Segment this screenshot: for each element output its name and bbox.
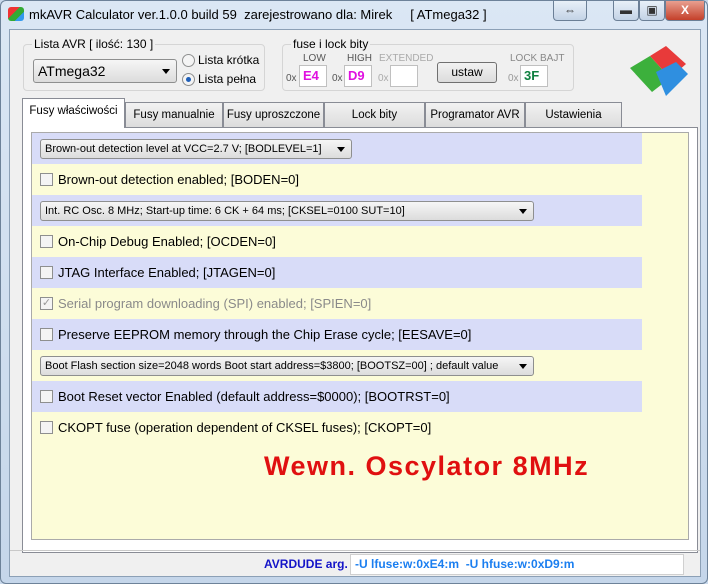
hex-prefix: 0x: [508, 73, 519, 84]
low-fuse-input[interactable]: E4: [299, 65, 327, 87]
hex-prefix: 0x: [286, 73, 297, 84]
fuse-checkbox-row: ✓ Serial program downloading (SPI) enable…: [32, 288, 642, 319]
chevron-down-icon: [162, 69, 170, 74]
hex-prefix: 0x: [332, 73, 343, 84]
status-bar: AVRDUDE arg. -U lfuse:w:0xE4:m -U hfuse:…: [10, 550, 700, 577]
fuse-select-row: Boot Flash section size=2048 words Boot …: [32, 350, 642, 381]
fuse-checkbox-label: Serial program downloading (SPI) enabled…: [58, 296, 372, 311]
checkbox[interactable]: [40, 266, 53, 279]
fuse-list: Wewn. Oscylator 8MHz Brown-out detection…: [31, 132, 689, 540]
high-fuse-input[interactable]: D9: [344, 65, 372, 87]
fuse-select-row: Int. RC Osc. 8 MHz; Start-up time: 6 CK …: [32, 195, 642, 226]
fuse-checkbox-row: Boot Reset vector Enabled (default addre…: [32, 381, 642, 412]
fuse-select[interactable]: Int. RC Osc. 8 MHz; Start-up time: 6 CK …: [40, 200, 534, 221]
minimize-button[interactable]: ▬: [613, 1, 639, 21]
fuse-checkbox-label: Brown-out detection enabled; [BODEN=0]: [58, 172, 300, 187]
fuse-select-value: Boot Flash section size=2048 words Boot …: [45, 359, 499, 372]
avr-select-value: ATmega32: [38, 63, 106, 79]
fuse-group: fuse i lock bity LOW HIGH EXTENDED LOCK …: [282, 37, 574, 91]
checkbox[interactable]: [40, 328, 53, 341]
chevron-down-icon: [519, 208, 527, 214]
avr-list-label: Lista AVR [ ilość: 130 ]: [32, 37, 156, 51]
hex-prefix: 0x: [378, 73, 389, 84]
extended-fuse-input[interactable]: [390, 65, 418, 87]
chevron-down-icon: [519, 363, 527, 369]
set-button[interactable]: ustaw: [437, 62, 497, 83]
checkbox[interactable]: [40, 390, 53, 403]
checkbox[interactable]: [40, 235, 53, 248]
avr-select[interactable]: ATmega32: [33, 59, 177, 83]
radio-label: Lista krótka: [198, 53, 260, 67]
checkbox[interactable]: [40, 173, 53, 186]
app-window: mkAVR Calculator ver.1.0.0 build 59 zare…: [0, 0, 708, 584]
fuse-select-value: Brown-out detection level at VCC=2.7 V; …: [45, 142, 322, 155]
fuse-checkbox-row: Brown-out detection enabled; [BODEN=0]: [32, 164, 642, 195]
logo-icon: [630, 46, 688, 96]
extended-label: EXTENDED: [379, 53, 434, 64]
fuse-checkbox-row: On-Chip Debug Enabled; [OCDEN=0]: [32, 226, 642, 257]
maximize-button[interactable]: ▣: [639, 1, 665, 21]
radio-short-list[interactable]: Lista krótka: [182, 53, 259, 67]
tab-fuse-manual[interactable]: Fusy manualnie: [125, 102, 223, 127]
app-icon: [8, 7, 24, 21]
fuse-checkbox-row: Preserve EEPROM memory through the Chip …: [32, 319, 642, 350]
avr-list-group: Lista AVR [ ilość: 130 ] ATmega32 Lista …: [23, 37, 265, 91]
fuse-select-row: Brown-out detection level at VCC=2.7 V; …: [32, 133, 642, 164]
oscillator-summary: Wewn. Oscylator 8MHz: [264, 451, 590, 481]
lock-byte-input[interactable]: 3F: [520, 65, 548, 87]
fuse-checkbox-label: JTAG Interface Enabled; [JTAGEN=0]: [58, 265, 276, 280]
fuse-checkbox-label: CKOPT fuse (operation dependent of CKSEL…: [58, 420, 432, 435]
client-area: Lista AVR [ ilość: 130 ] ATmega32 Lista …: [9, 29, 701, 577]
checkbox[interactable]: [40, 421, 53, 434]
fuse-checkbox-label: Boot Reset vector Enabled (default addre…: [58, 389, 450, 404]
close-button[interactable]: X: [665, 1, 705, 21]
radio-label: Lista pełna: [198, 72, 257, 86]
radio-icon: [182, 53, 195, 67]
avrdude-args-field[interactable]: -U lfuse:w:0xE4:m -U hfuse:w:0xD9:m: [350, 554, 684, 575]
radio-checked-icon: [182, 72, 195, 86]
tab-fuse-properties[interactable]: Fusy właściwości: [22, 98, 125, 128]
tab-fuse-simplified[interactable]: Fusy uproszczone: [223, 102, 324, 127]
chevron-down-icon: [337, 146, 345, 152]
tab-panel: Wewn. Oscylator 8MHz Brown-out detection…: [22, 127, 698, 553]
fuse-select[interactable]: Brown-out detection level at VCC=2.7 V; …: [40, 138, 352, 159]
tab-programmer[interactable]: Programator AVR: [425, 102, 525, 127]
radio-full-list[interactable]: Lista pełna: [182, 72, 256, 86]
fuse-group-label: fuse i lock bity: [291, 37, 371, 51]
resize-icon[interactable]: ⇔: [553, 1, 587, 21]
high-label: HIGH: [347, 53, 372, 64]
fuse-select-value: Int. RC Osc. 8 MHz; Start-up time: 6 CK …: [45, 204, 405, 217]
low-label: LOW: [303, 53, 326, 64]
fuse-select[interactable]: Boot Flash section size=2048 words Boot …: [40, 355, 534, 376]
fuse-checkbox-row: JTAG Interface Enabled; [JTAGEN=0]: [32, 257, 642, 288]
fuse-checkbox-row: CKOPT fuse (operation dependent of CKSEL…: [32, 412, 642, 443]
window-title: mkAVR Calculator ver.1.0.0 build 59 zare…: [29, 7, 487, 22]
checkbox-checked-icon: ✓: [40, 297, 53, 310]
fuse-checkbox-label: On-Chip Debug Enabled; [OCDEN=0]: [58, 234, 276, 249]
tab-lock-bits[interactable]: Lock bity: [324, 102, 425, 127]
avrdude-label: AVRDUDE arg.: [264, 557, 348, 571]
tab-settings[interactable]: Ustawienia: [525, 102, 622, 127]
lock-label: LOCK BAJT: [510, 53, 565, 64]
fuse-checkbox-label: Preserve EEPROM memory through the Chip …: [58, 327, 472, 342]
